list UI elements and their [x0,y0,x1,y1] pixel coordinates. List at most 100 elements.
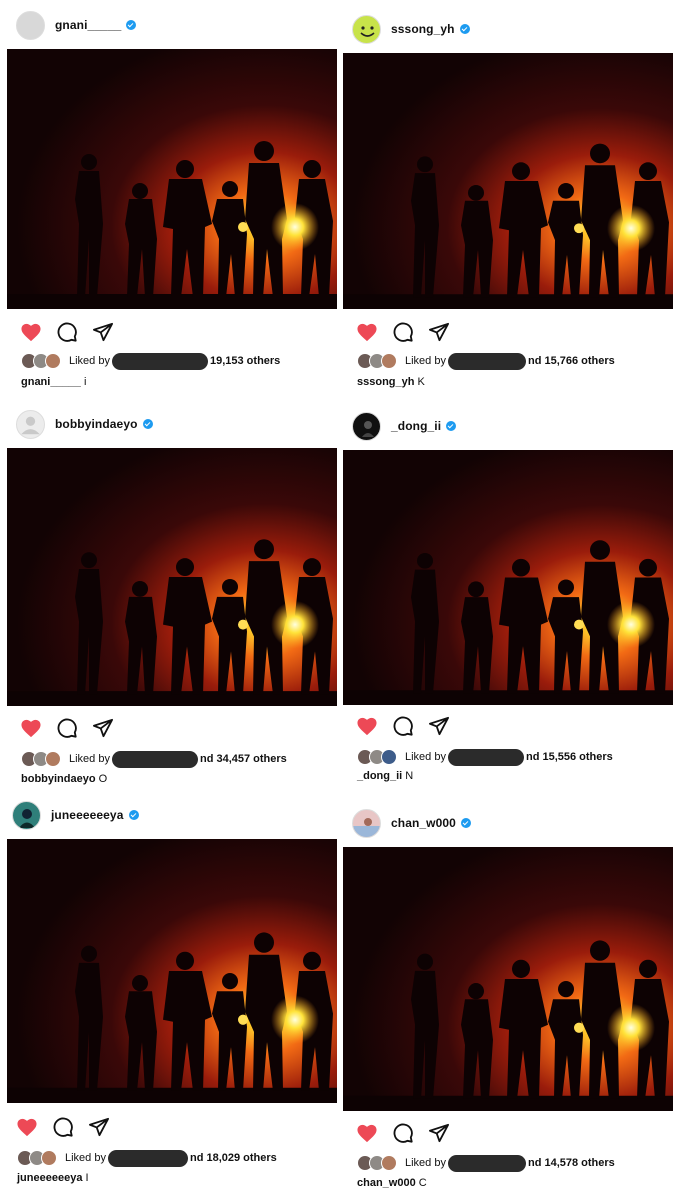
post-header: _dong_ii [352,410,457,442]
concert-photo [7,448,337,706]
username[interactable]: bobbyindaeyo [55,417,138,431]
caption-username[interactable]: _dong_ii [357,770,402,782]
redacted-username [447,1154,526,1172]
username[interactable]: juneeeeeeya [51,808,124,822]
comment-icon[interactable] [55,320,79,344]
liked-by-label: Liked by [69,355,110,367]
redacted-username [447,352,526,370]
verified-badge-icon [142,419,153,429]
avatar[interactable] [352,411,381,441]
username[interactable]: chan_w000 [391,816,456,830]
comment-icon[interactable] [391,714,415,738]
post-header: sssong_yh [352,13,470,45]
caption: gnani_____ i [21,376,86,388]
likes-count[interactable]: nd 18,029 others [190,1152,277,1164]
liked-by-label: Liked by [405,751,446,763]
comment-icon[interactable] [391,320,415,344]
likes-count[interactable]: nd 15,556 others [526,751,613,763]
liker-avatars [357,1154,401,1172]
post-actions [355,714,463,738]
liked-by-label: Liked by [405,355,446,367]
caption-text: K [417,376,425,388]
avatar[interactable] [352,808,381,838]
send-icon[interactable] [427,714,451,738]
post-photo[interactable] [343,847,673,1111]
liked-by-label: Liked by [405,1157,446,1169]
avatar[interactable] [16,10,45,40]
username[interactable]: gnani_____ [55,18,121,32]
post-card-6: chan_w000 Liked by nd 14,578 others chan… [338,795,676,1200]
liker-avatars [357,748,401,766]
username[interactable]: sssong_yh [391,22,455,36]
concert-photo [343,847,673,1111]
post-card-4: _dong_ii Liked by nd 15,556 others _dong… [338,398,676,793]
caption: bobbyindaeyo O [21,773,107,785]
comment-icon[interactable] [51,1115,75,1139]
concert-photo [343,450,673,705]
post-card-5: juneeeeeeya Liked by nd 18,029 others ju… [0,795,340,1200]
profile-photo-icon [353,817,380,837]
likes-count[interactable]: nd 14,578 others [528,1157,615,1169]
liker-avatars [357,352,401,370]
post-photo[interactable] [7,448,337,706]
post-photo[interactable] [7,839,337,1103]
likes-count[interactable]: nd 15,766 others [528,355,615,367]
heart-icon[interactable] [355,1121,379,1145]
post-header: gnani_____ [16,9,137,41]
liked-by-label: Liked by [69,753,110,765]
caption-text: I [85,1172,89,1184]
liked-by-row[interactable]: Liked by 19,153 others [21,352,280,370]
verified-badge-icon [128,810,139,820]
profile-photo-icon [362,420,374,437]
verified-badge-icon [460,818,471,828]
comment-icon[interactable] [391,1121,415,1145]
post-actions [19,320,127,344]
post-actions [355,320,463,344]
caption-username[interactable]: gnani_____ [21,376,81,388]
send-icon[interactable] [91,320,115,344]
send-icon[interactable] [91,716,115,740]
likes-count[interactable]: 19,153 others [210,355,280,367]
likes-count[interactable]: nd 34,457 others [200,753,287,765]
username[interactable]: _dong_ii [391,419,441,433]
redacted-username [111,352,208,370]
post-actions [19,716,127,740]
heart-icon[interactable] [15,1115,39,1139]
post-card-1: gnani_____ Liked by 19,153 others gnani_… [0,0,340,395]
smiley-icon [360,25,375,37]
comment-icon[interactable] [55,716,79,740]
liked-by-row[interactable]: Liked by nd 18,029 others [17,1149,277,1167]
liked-by-row[interactable]: Liked by nd 34,457 others [21,750,287,768]
send-icon[interactable] [87,1115,111,1139]
send-icon[interactable] [427,1121,451,1145]
avatar[interactable] [352,14,381,44]
caption-username[interactable]: sssong_yh [357,376,414,388]
liked-by-row[interactable]: Liked by nd 15,766 others [357,352,615,370]
caption: juneeeeeeya I [17,1172,89,1184]
post-header: chan_w000 [352,807,471,839]
liker-avatars [21,352,65,370]
post-photo[interactable] [7,49,337,309]
post-actions [355,1121,463,1145]
post-card-2: sssong_yh Liked by nd 15,766 others ssso… [338,0,676,395]
redacted-username [111,750,198,768]
caption-username[interactable]: bobbyindaeyo [21,773,96,785]
avatar[interactable] [12,800,41,830]
avatar[interactable] [16,409,45,439]
caption-text: O [98,773,108,785]
post-photo[interactable] [343,53,673,309]
caption-username[interactable]: juneeeeeeya [17,1172,82,1184]
liker-avatars [21,750,65,768]
liked-by-row[interactable]: Liked by nd 15,556 others [357,748,613,766]
verified-badge-icon [446,421,457,431]
heart-icon[interactable] [19,320,43,344]
heart-icon[interactable] [19,716,43,740]
heart-icon[interactable] [355,320,379,344]
caption: _dong_ii N [357,770,413,782]
send-icon[interactable] [427,320,451,344]
liked-by-row[interactable]: Liked by nd 14,578 others [357,1154,615,1172]
liked-by-label: Liked by [65,1152,106,1164]
heart-icon[interactable] [355,714,379,738]
caption-username[interactable]: chan_w000 [357,1177,416,1189]
post-photo[interactable] [343,450,673,705]
